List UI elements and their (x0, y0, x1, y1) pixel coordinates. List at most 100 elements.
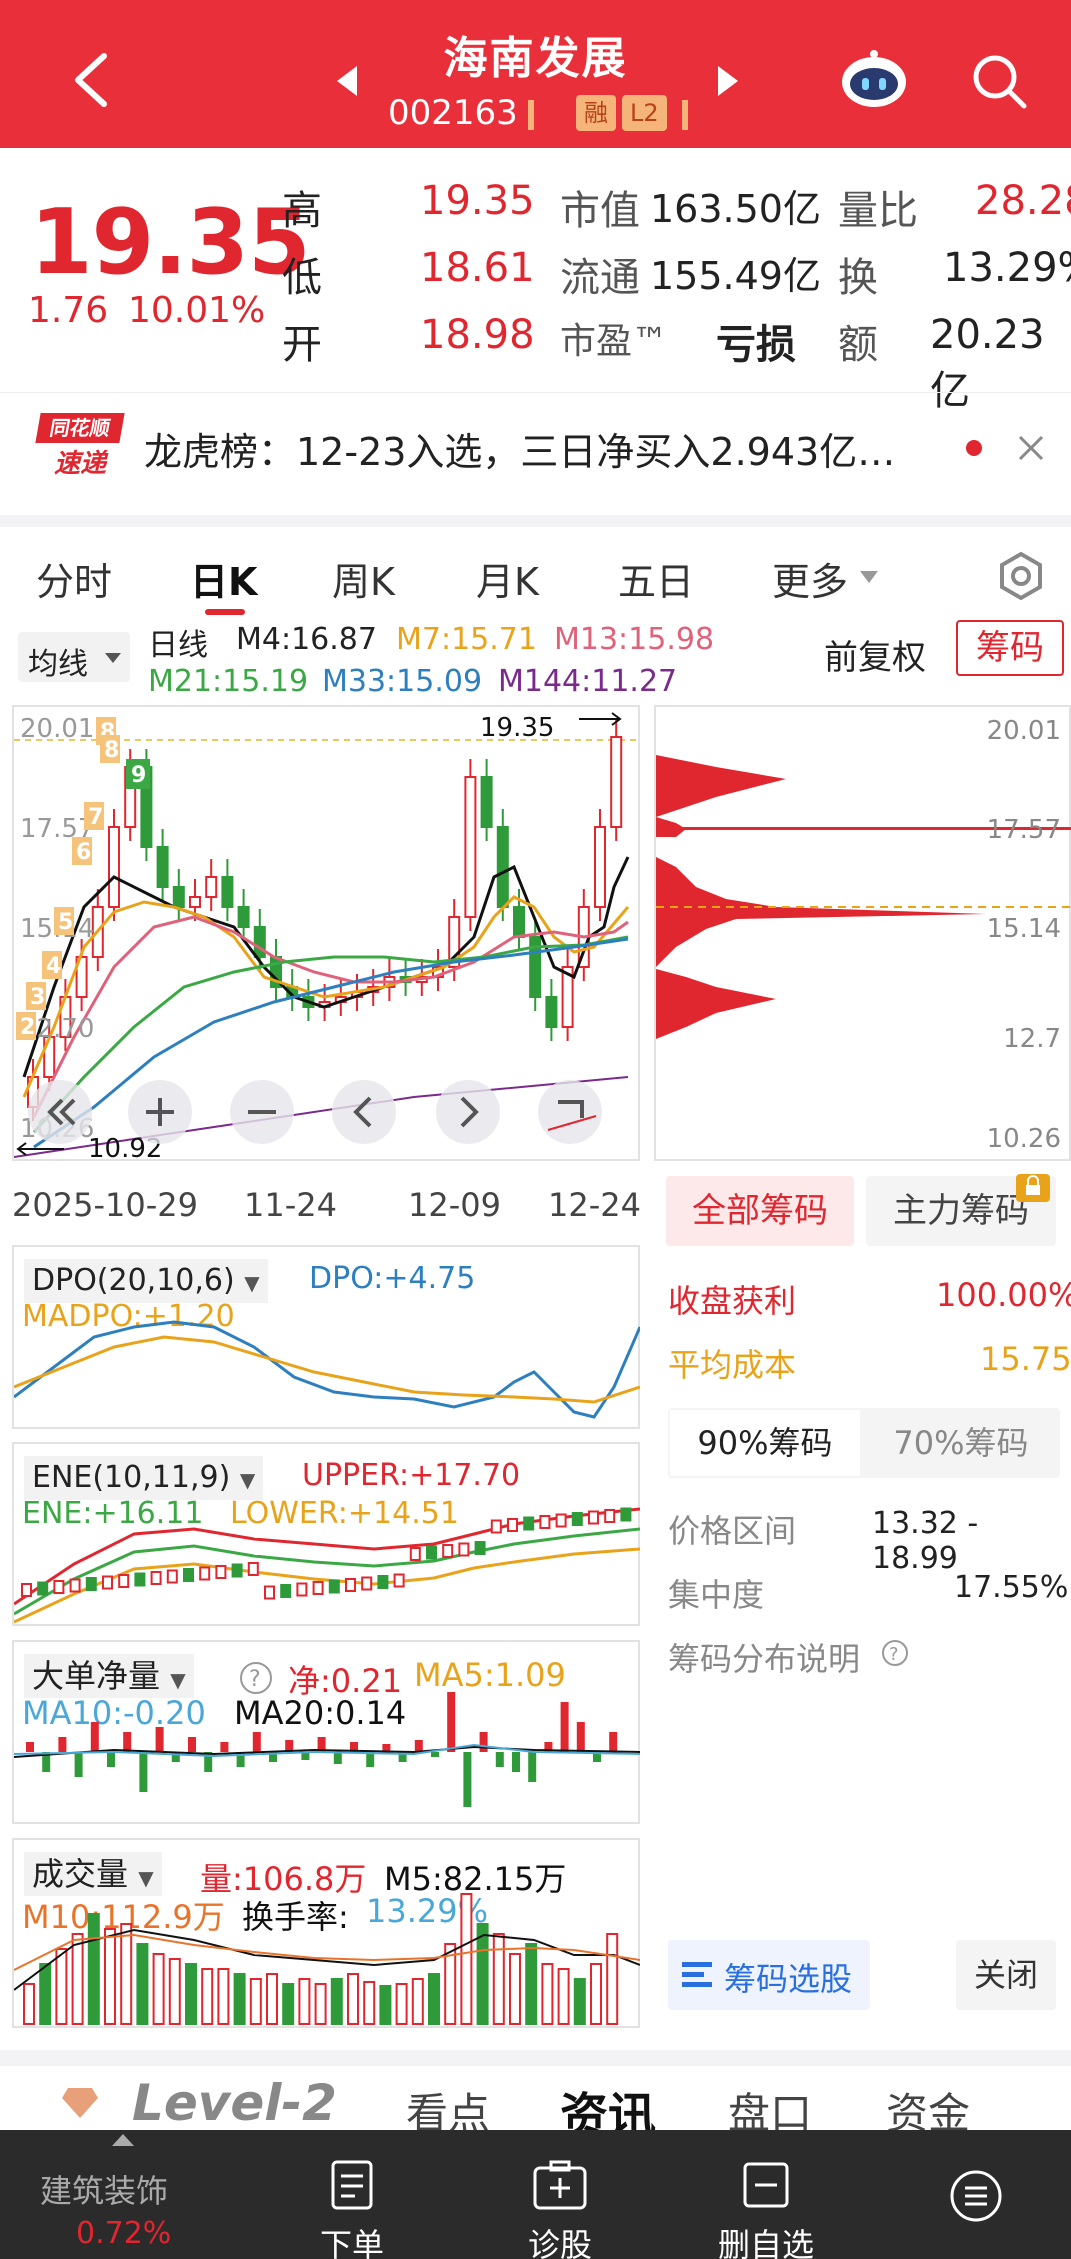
ma-selector[interactable]: 均线 (18, 632, 130, 682)
volume-bar (460, 1893, 473, 2025)
price-tick: 20.01 (20, 714, 94, 744)
net-volume-bar (188, 1737, 196, 1752)
ene-candle (312, 1581, 324, 1595)
chip-stock-picker-button[interactable]: 筹码选股 (668, 1940, 870, 2010)
volume-bar (509, 1953, 521, 2025)
ene-candle (118, 1574, 130, 1588)
help-icon[interactable]: ? (880, 1638, 910, 1668)
ma-m144: M144:11.27 (498, 664, 678, 699)
chips-70-button[interactable]: 70%筹码 (864, 1410, 1058, 1476)
close-icon[interactable] (1016, 433, 1046, 463)
dpo-panel[interactable]: DPO(20,10,6) ▼ DPO:+4.75 MADPO:+1.20 (12, 1245, 640, 1429)
net-volume-bar (220, 1742, 229, 1752)
price-range-label: 价格区间 (668, 1512, 797, 1550)
ene-candle (474, 1541, 486, 1555)
robot-assistant-icon[interactable] (838, 48, 910, 110)
scroll-left-button[interactable] (332, 1080, 396, 1144)
seq-label: 7 (88, 805, 103, 830)
candle-body (172, 886, 185, 908)
big-order-chart (14, 1692, 640, 1807)
volume-panel[interactable]: 成交量 ▼ 量:106.8万 M5:82.15万 M10:112.9万 换手率:… (12, 1838, 640, 2028)
ene-candle (280, 1584, 292, 1598)
chip-explain-link[interactable]: 筹码分布说明 (668, 1634, 860, 1680)
ene-candle (247, 1562, 259, 1576)
chip-stock-picker-label: 筹码选股 (724, 1960, 853, 1998)
stock-code: 002163 (388, 93, 518, 133)
candle-body (594, 826, 606, 908)
close-chip-button[interactable]: 关闭 (956, 1940, 1056, 2010)
bottom-content-tabs: Level-2 看点 资讯 盘口 资金 (0, 2050, 1071, 2144)
net-volume-bar (139, 1752, 148, 1792)
volume-bar (298, 1978, 311, 2025)
price-range-value: 13.32 - 18.99 (872, 1506, 979, 1576)
zoom-out-button[interactable] (230, 1080, 294, 1144)
scroll-right-button[interactable] (436, 1080, 500, 1144)
ene-candle (69, 1578, 81, 1593)
big-order-panel[interactable]: 大单净量 ▼ ? 净:0.21 MA5:1.09 MA10:-0.20 MA20… (12, 1640, 640, 1824)
chips-button[interactable]: 筹码 (956, 620, 1064, 676)
ene-candle (377, 1575, 389, 1589)
volume-bar (379, 1985, 392, 2025)
ma-selector-label: 均线 (28, 647, 88, 682)
tab-weekly-k[interactable]: 周K (332, 551, 395, 606)
tab-all-chips[interactable]: 全部筹码 (666, 1176, 854, 1246)
zoom-out-all-button[interactable] (28, 1080, 92, 1144)
chip-price-tick: 20.01 (987, 716, 1061, 746)
net-volume-bar (414, 1740, 423, 1752)
nav-diagnose[interactable]: 诊股 (490, 2158, 630, 2259)
dropdown-caret-icon (860, 571, 878, 583)
draw-line-button[interactable] (538, 1080, 602, 1144)
ene-candle (328, 1579, 340, 1594)
ene-panel[interactable]: ENE(10,11,9) ▼ UPPER:+17.70 ENE:+16.11 L… (12, 1442, 640, 1626)
dropdown-caret-icon (105, 653, 121, 663)
seq-label: 3 (30, 985, 45, 1010)
news-ticker[interactable]: 同花顺 速递 龙虎榜：12-23入选，三日净买入2.943亿… (0, 392, 1071, 504)
volume-chart (14, 1893, 640, 2025)
adjust-mode[interactable]: 前复权 (824, 630, 926, 679)
net-volume-bar (576, 1722, 585, 1752)
ene-candle (426, 1545, 437, 1560)
volume-bar (233, 1973, 246, 2025)
seq-label: 6 (76, 840, 91, 865)
nav-remove-watchlist[interactable]: 删自选 (696, 2158, 836, 2259)
seq-label: 8 (104, 738, 119, 763)
remove-square-icon (743, 2162, 789, 2208)
ene-candle (555, 1513, 567, 1528)
chips-90-button[interactable]: 90%筹码 (670, 1410, 860, 1476)
sector-name[interactable]: 建筑装饰 (40, 2166, 168, 2212)
next-stock-icon[interactable] (716, 64, 740, 98)
zoom-in-button[interactable] (128, 1080, 192, 1144)
tab-intraday[interactable]: 分时 (36, 551, 112, 606)
settings-icon[interactable] (996, 551, 1046, 601)
tab-level2[interactable]: Level-2 (132, 2074, 337, 2132)
ma-m33: M33:15.09 (322, 664, 483, 699)
tab-five-day[interactable]: 五日 (618, 551, 694, 606)
unread-dot (966, 440, 982, 456)
nav-order-label: 下单 (319, 2226, 384, 2259)
tab-more[interactable]: 更多 (772, 551, 848, 606)
news-text: 龙虎榜：12-23入选，三日净买入2.943亿… (144, 430, 896, 474)
date-label: 12-09 (408, 1186, 501, 1224)
nav-order[interactable]: 下单 (282, 2158, 422, 2259)
ene-candle (490, 1519, 502, 1534)
ene-candle (588, 1510, 599, 1525)
candle-body (156, 846, 169, 888)
tab-monthly-k[interactable]: 月K (476, 551, 539, 606)
volume-bar (606, 1933, 619, 2025)
expand-up-icon[interactable] (110, 2132, 136, 2148)
net-volume-bar (90, 1722, 99, 1752)
search-icon[interactable] (970, 52, 1030, 112)
volume-bar (266, 1973, 278, 2025)
tab-daily-k[interactable]: 日K (190, 551, 257, 606)
volume-bar (476, 1923, 489, 2025)
chip-distribution-panel: 20.01 17.57 15.14 12.7 10.26 (654, 705, 1071, 1161)
ene-candle (345, 1578, 356, 1592)
active-tab-indicator (205, 609, 245, 615)
ene-candle (150, 1571, 162, 1585)
volume-ratio-label: 量比 (838, 188, 918, 234)
concentration-value: 17.55% (954, 1570, 1069, 1605)
nav-menu[interactable] (906, 2168, 1046, 2232)
order-icon (331, 2160, 373, 2210)
high-value: 19.35 (420, 178, 535, 224)
ene-candle (102, 1575, 113, 1590)
